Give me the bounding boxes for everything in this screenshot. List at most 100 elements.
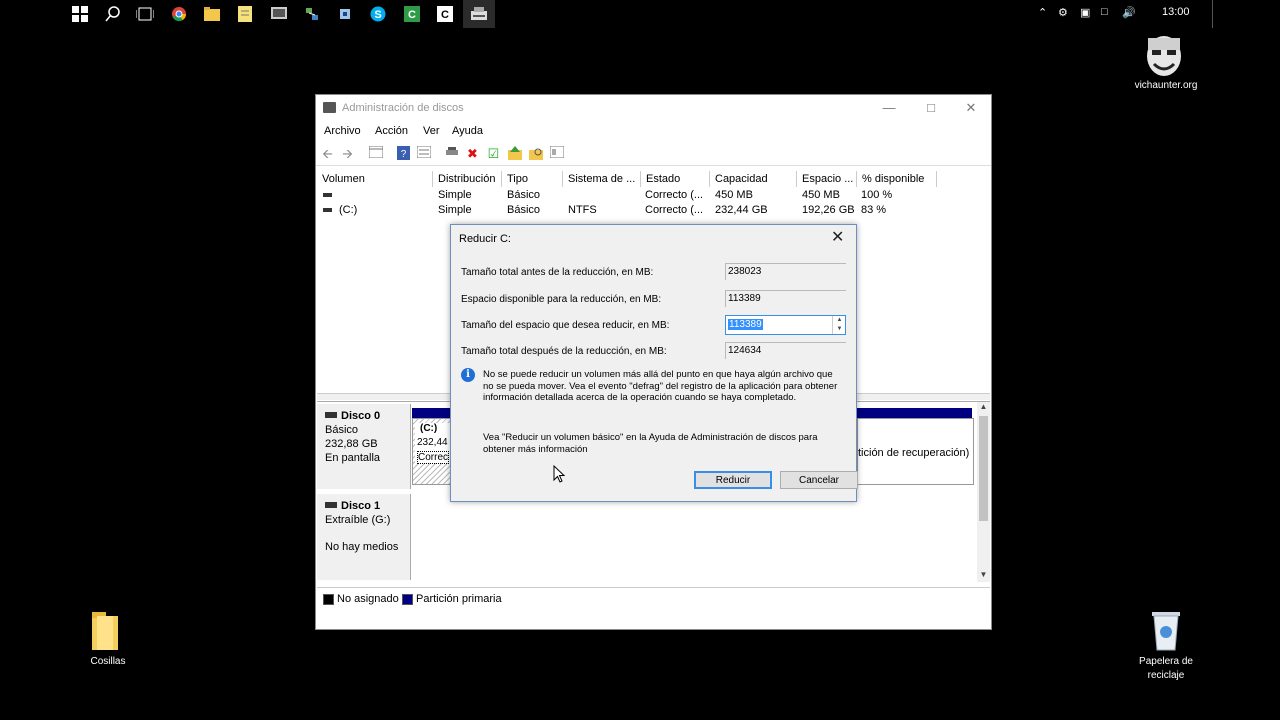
view-icon[interactable] (549, 145, 564, 161)
people-icon[interactable]: ⚙ (1058, 6, 1068, 19)
forward-arrow-icon[interactable]: 🡪 (340, 146, 355, 161)
disk-0-status: En pantalla (325, 452, 381, 464)
volume-icon[interactable]: 🔊 (1122, 6, 1136, 19)
device-icon[interactable] (269, 4, 289, 24)
drive-icon (323, 208, 332, 212)
dialog-title: Reducir C: (459, 233, 511, 245)
stepper-up-icon[interactable]: ▲ (833, 316, 846, 325)
cell-espacio: 450 MB (802, 189, 840, 201)
col-disponible[interactable]: % disponible (857, 171, 937, 187)
cell-estado: Correcto (... (645, 204, 704, 216)
shrink-amount-stepper[interactable]: ▲ ▼ (832, 316, 846, 334)
help-line: obtener más información (483, 443, 588, 455)
legend-primary: Partición primaria (416, 593, 502, 605)
message-icon[interactable]: □ (1101, 6, 1108, 18)
col-capacidad[interactable]: Capacidad (710, 171, 797, 187)
cell-distribucion: Simple (438, 204, 472, 216)
file-explorer-icon[interactable] (202, 4, 222, 24)
user-avatar-icon[interactable] (1140, 32, 1188, 78)
disk-1-label[interactable]: Disco 1 Extraíble (G:) No hay medios (317, 494, 411, 580)
scroll-up-icon[interactable]: ▲ (977, 402, 990, 411)
svg-text:?: ? (401, 149, 407, 160)
chevron-up-icon[interactable]: ⌃ (1038, 6, 1047, 19)
cell-capacidad: 232,44 GB (715, 204, 768, 216)
recycle-bin-icon[interactable] (1148, 610, 1184, 655)
cell-espacio: 192,26 GB (802, 204, 855, 216)
power-icon[interactable]: ▣ (1080, 6, 1090, 19)
partition-c-status: Correc (417, 451, 450, 464)
cell-disponible: 83 % (861, 204, 887, 216)
dialog-close-icon[interactable]: ✕ (831, 230, 844, 246)
minimize-icon[interactable]: — (874, 99, 904, 117)
col-sistema[interactable]: Sistema de ... (563, 171, 641, 187)
menu-ayuda[interactable]: Ayuda (452, 125, 483, 137)
mouse-cursor-icon (553, 464, 566, 486)
network-icon[interactable] (302, 4, 322, 24)
connect-icon[interactable] (444, 146, 459, 161)
disk-0-label[interactable]: Disco 0 Básico 232,88 GB En pantalla (317, 404, 411, 489)
show-desktop-divider[interactable] (1212, 0, 1213, 28)
info-text: No se puede reducir un volumen más allá … (483, 369, 843, 404)
cell-volumen: (C:) (339, 204, 358, 216)
reduce-button[interactable]: Reducir (694, 471, 772, 489)
windows-start-icon[interactable] (70, 4, 90, 24)
scroll-down-icon[interactable]: ▼ (977, 570, 990, 579)
settings-icon[interactable] (335, 4, 355, 24)
volume-list-header: Volumen Distribución Tipo Sistema de ...… (317, 171, 990, 187)
cell-disponible: 100 % (861, 189, 893, 201)
legend-bar: No asignado Partición primaria (317, 587, 990, 610)
help-icon[interactable]: ? (396, 146, 411, 161)
folder-search-icon[interactable] (528, 146, 543, 161)
cell-capacidad: 450 MB (715, 189, 753, 201)
volume-row[interactable]: (C:) Simple Básico NTFS Correcto (... 23… (317, 203, 990, 218)
skype-icon[interactable]: S (368, 4, 388, 24)
shrink-amount-value[interactable]: 113389 (728, 319, 763, 330)
svg-text:C: C (408, 9, 416, 21)
col-tipo[interactable]: Tipo (502, 171, 563, 187)
chrome-icon[interactable] (169, 4, 189, 24)
clock[interactable]: 13:00 (1162, 6, 1190, 18)
partition-recovery[interactable]: tición de recuperación) (857, 418, 974, 485)
col-espacio[interactable]: Espacio ... (797, 171, 857, 187)
scroll-thumb[interactable] (979, 416, 988, 521)
task-view-icon[interactable] (135, 4, 155, 24)
menu-ver[interactable]: Ver (423, 125, 440, 137)
maximize-icon[interactable]: □ (916, 99, 946, 117)
c-app-icon-2[interactable]: C (435, 4, 455, 24)
partition-c[interactable]: (C:) 232,44 Correc (412, 418, 454, 485)
svg-text:S: S (374, 9, 381, 21)
c-app-icon[interactable]: C (402, 4, 422, 24)
up-folder-icon[interactable] (507, 146, 522, 161)
menu-archivo[interactable]: Archivo (324, 125, 361, 137)
folder-icon[interactable] (90, 612, 120, 653)
shrink-amount-input[interactable]: 113389 ▲ ▼ (725, 315, 846, 335)
notes-icon[interactable] (235, 4, 255, 24)
col-volumen[interactable]: Volumen (317, 171, 433, 187)
primary-partition-swatch (402, 594, 413, 605)
properties-icon[interactable] (416, 145, 431, 161)
search-icon[interactable] (103, 4, 123, 24)
volume-row[interactable]: Simple Básico Correcto (... 450 MB 450 M… (317, 188, 990, 203)
menu-accion[interactable]: Acción (375, 125, 408, 137)
back-arrow-icon[interactable]: 🡨 (320, 146, 335, 161)
disk-management-icon[interactable] (463, 0, 495, 28)
col-distribucion[interactable]: Distribución (433, 171, 502, 187)
partition-recovery-text: tición de recuperación) (858, 447, 970, 459)
close-icon[interactable]: ✕ (956, 99, 986, 117)
recycle-bin-label-1: Papelera de (1139, 656, 1193, 667)
disk-1-name: Disco 1 (341, 500, 381, 512)
check-icon[interactable]: ☑ (486, 146, 501, 161)
drive-icon (323, 193, 332, 197)
cancel-button[interactable]: Cancelar (780, 471, 858, 489)
title-bar[interactable]: Administración de discos — □ ✕ (316, 95, 991, 121)
toolbar: 🡨 🡪 ? ✖ ☑ (316, 143, 991, 166)
disk-0-name: Disco 0 (341, 410, 381, 422)
disk-0-size: 232,88 GB (325, 438, 378, 450)
cell-tipo: Básico (507, 189, 541, 201)
partition-c-name: (C:) (420, 423, 438, 434)
stepper-down-icon[interactable]: ▼ (833, 325, 846, 334)
delete-icon[interactable]: ✖ (465, 146, 480, 161)
vertical-scrollbar[interactable]: ▲ ▼ (977, 402, 990, 582)
col-estado[interactable]: Estado (641, 171, 710, 187)
console-tree-icon[interactable] (368, 145, 383, 161)
